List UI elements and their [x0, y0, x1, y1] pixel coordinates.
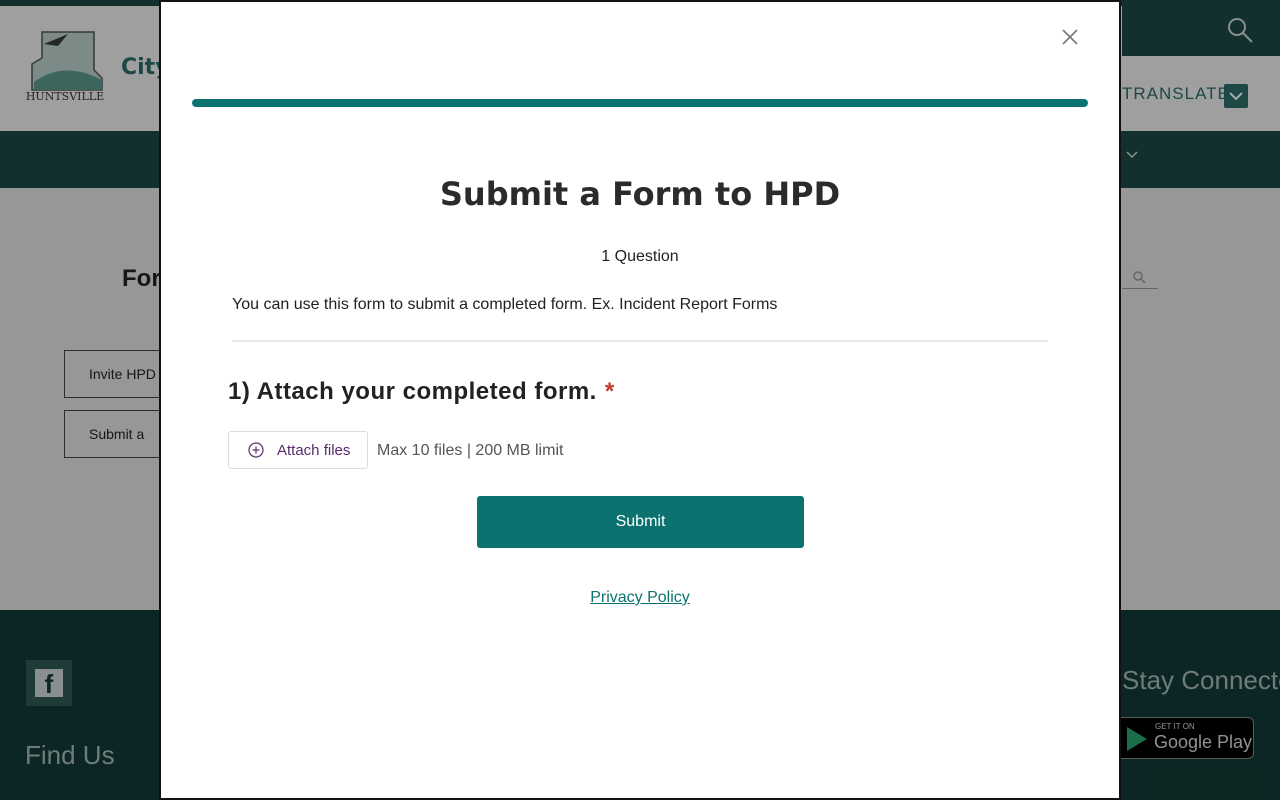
form-title: Submit a Form to HPD: [439, 175, 841, 213]
privacy-policy: Privacy Policy: [161, 589, 1119, 607]
divider: [232, 340, 1048, 342]
question-label: 1) Attach your completed form. *: [228, 378, 615, 406]
attach-files-label: Attach files: [277, 442, 351, 459]
required-marker: *: [604, 378, 615, 405]
progress-bar: [192, 99, 1088, 107]
form-description: You can use this form to submit a comple…: [232, 296, 778, 313]
question-text: 1) Attach your completed form.: [228, 378, 597, 405]
attach-limit-hint: Max 10 files | 200 MB limit: [377, 442, 564, 459]
submit-button[interactable]: Submit: [477, 496, 804, 548]
question-count: 1 Question: [601, 248, 679, 265]
close-icon[interactable]: [1059, 26, 1081, 48]
privacy-policy-link[interactable]: Privacy Policy: [590, 589, 690, 606]
plus-circle-icon: [248, 442, 264, 458]
form-modal: Submit a Form to HPD 1 Question You can …: [159, 0, 1121, 800]
attach-files-button[interactable]: Attach files: [228, 431, 368, 469]
